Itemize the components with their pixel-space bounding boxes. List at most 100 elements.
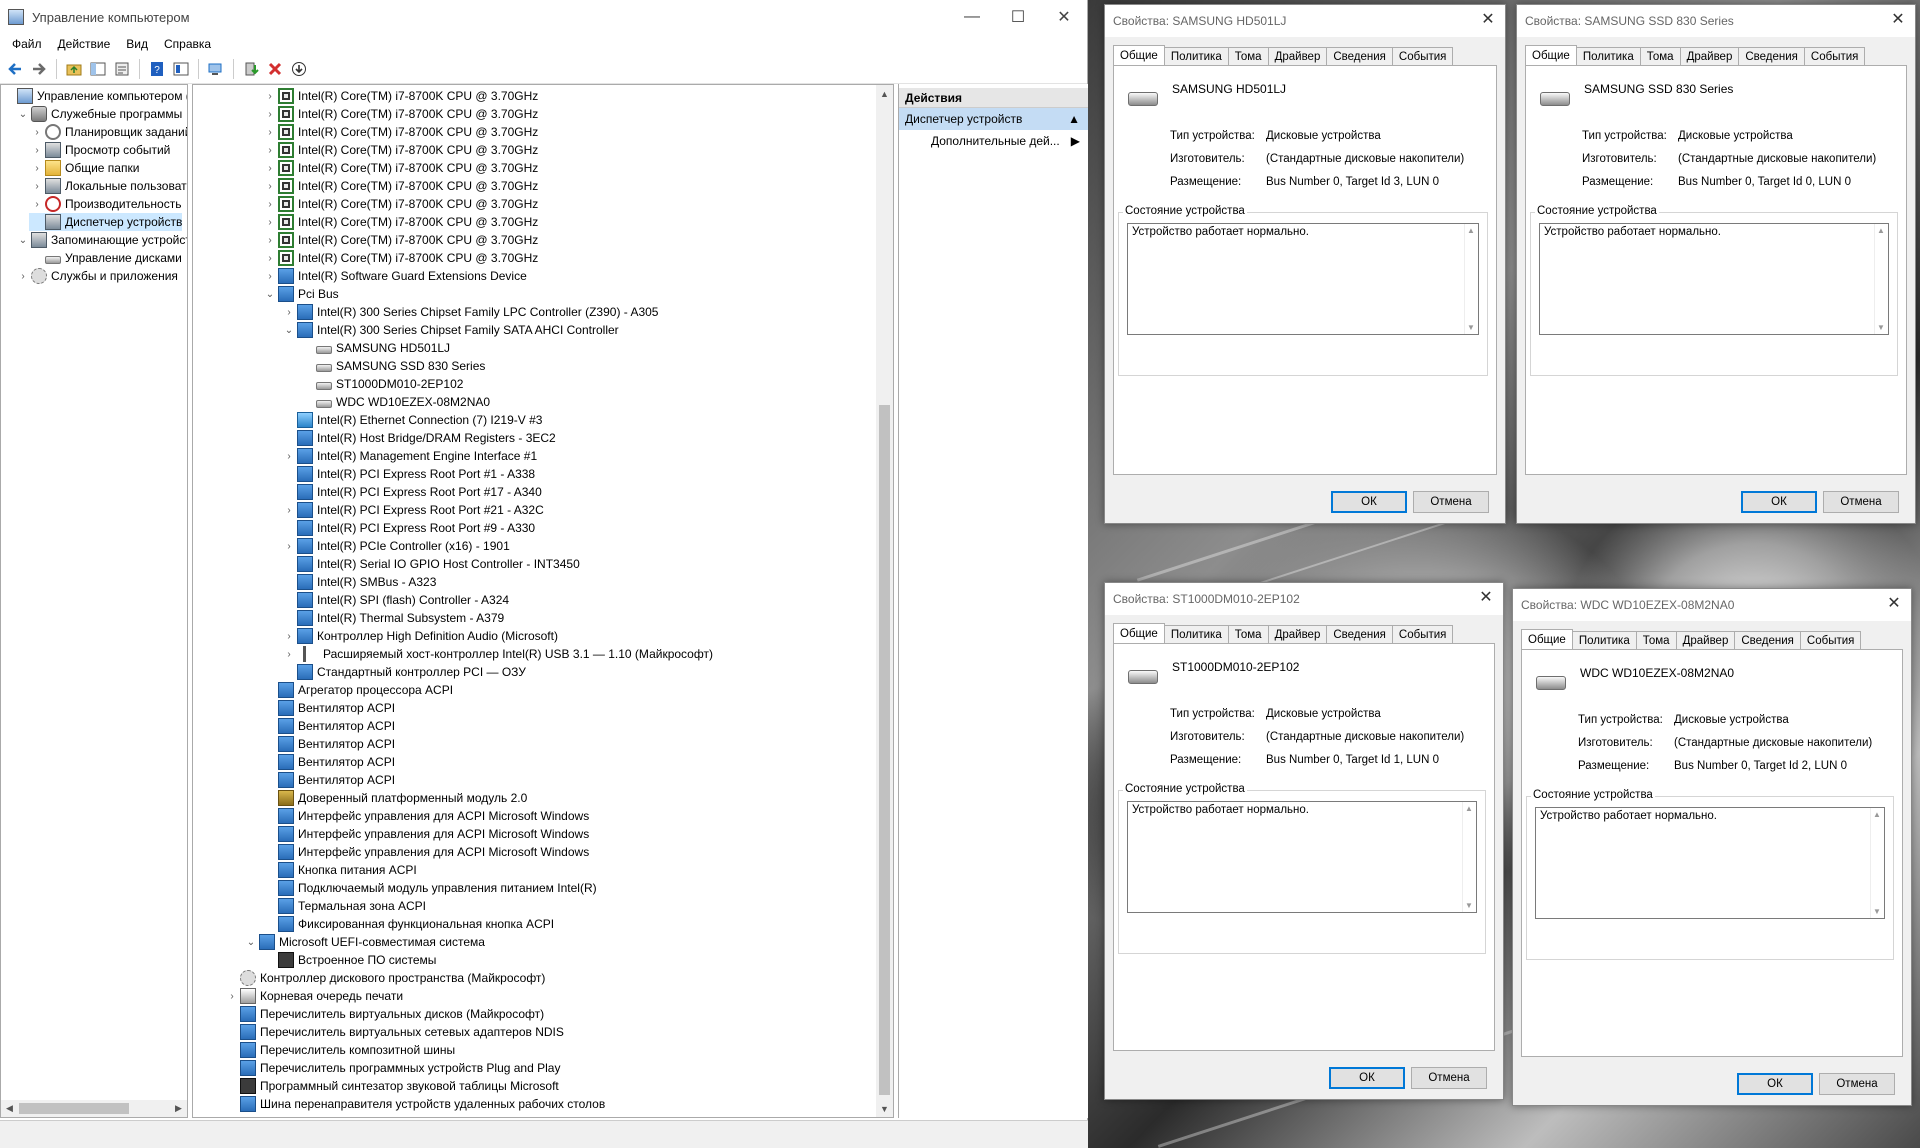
device-tree-item[interactable]: › Intel(R) Management Engine Interface #1 <box>281 447 537 465</box>
scroll-down-arrow-icon[interactable]: ▼ <box>1467 323 1475 332</box>
expander-icon[interactable]: › <box>15 271 31 282</box>
device-tree-item[interactable]: › Контроллер High Definition Audio (Micro… <box>281 627 558 645</box>
tab-1[interactable]: Политика <box>1163 625 1229 643</box>
device-tree-item[interactable]: ⌄ Intel(R) 300 Series Chipset Family SATA… <box>281 321 619 339</box>
expander-icon[interactable]: ⌄ <box>15 235 31 246</box>
expander-icon[interactable]: › <box>29 199 45 210</box>
device-tree-item[interactable]: WDC WD10EZEX-08M2NA0 <box>300 393 490 411</box>
ok-button[interactable]: ОК <box>1741 491 1817 513</box>
scroll-up-arrow-icon[interactable]: ▲ <box>1877 226 1885 235</box>
device-tree-item[interactable]: Перечислитель виртуальных сетевых адапте… <box>224 1023 564 1041</box>
device-tree-item[interactable]: Вентилятор ACPI <box>262 771 395 789</box>
menu-file[interactable]: Файл <box>4 37 50 51</box>
device-tree-item[interactable]: SAMSUNG HD501LJ <box>300 339 450 357</box>
tab-1[interactable]: Политика <box>1571 631 1637 649</box>
properties-icon[interactable] <box>111 58 133 80</box>
device-tree-vscrollbar[interactable]: ▲ ▼ <box>876 85 893 1117</box>
expander-icon[interactable]: › <box>29 145 45 156</box>
device-tree-item[interactable]: Фиксированная функциональная кнопка ACPI <box>262 915 554 933</box>
download-icon[interactable] <box>288 58 310 80</box>
scroll-down-arrow-icon[interactable]: ▼ <box>1465 901 1473 910</box>
dialog-close-icon[interactable]: ✕ <box>1889 11 1907 29</box>
ok-button[interactable]: ОК <box>1329 1067 1405 1089</box>
tab-0[interactable]: Общие <box>1113 45 1165 65</box>
vscroll-thumb[interactable] <box>879 405 890 1095</box>
device-tree-item[interactable]: › Intel(R) Core(TM) i7-8700K CPU @ 3.70GH… <box>262 123 538 141</box>
cancel-button[interactable]: Отмена <box>1411 1067 1487 1089</box>
device-tree-item[interactable]: › Intel(R) 300 Series Chipset Family LPC … <box>281 303 658 321</box>
device-tree-item[interactable]: Встроенное ПО системы <box>262 951 436 969</box>
expander-icon[interactable]: › <box>262 271 278 282</box>
expander-icon[interactable]: › <box>224 991 240 1002</box>
device-tree-item[interactable]: Вентилятор ACPI <box>262 717 395 735</box>
tab-3[interactable]: Драйвер <box>1679 47 1740 65</box>
console-tree-item[interactable]: › Службы и приложения <box>15 267 178 285</box>
tab-4[interactable]: Сведения <box>1734 631 1801 649</box>
expander-icon[interactable]: › <box>262 127 278 138</box>
device-tree-item[interactable]: Вентилятор ACPI <box>262 699 395 717</box>
cancel-button[interactable]: Отмена <box>1823 491 1899 513</box>
tab-0[interactable]: Общие <box>1525 45 1577 65</box>
device-tree-item[interactable]: Доверенный платформенный модуль 2.0 <box>262 789 527 807</box>
device-tree-item[interactable]: Intel(R) Serial IO GPIO Host Controller … <box>281 555 580 573</box>
tab-4[interactable]: Сведения <box>1738 47 1805 65</box>
expander-icon[interactable]: › <box>262 163 278 174</box>
device-tree-item[interactable]: ⌄ Microsoft UEFI-совместимая система <box>243 933 485 951</box>
ok-button[interactable]: ОК <box>1331 491 1407 513</box>
device-tree-item[interactable]: › Intel(R) Core(TM) i7-8700K CPU @ 3.70GH… <box>262 213 538 231</box>
device-tree-item[interactable]: › Intel(R) Core(TM) i7-8700K CPU @ 3.70GH… <box>262 87 538 105</box>
status-scrollbar[interactable]: ▲ ▼ <box>1870 808 1884 918</box>
console-tree-item[interactable]: › Планировщик заданий <box>29 123 187 141</box>
minimize-button[interactable]: — <box>949 0 995 34</box>
console-tree-hscrollbar[interactable]: ◀ ▶ <box>1 1100 187 1117</box>
device-status-textbox[interactable]: Устройство работает нормально. ▲ ▼ <box>1539 223 1889 335</box>
device-status-textbox[interactable]: Устройство работает нормально. ▲ ▼ <box>1127 801 1477 913</box>
close-button[interactable]: ✕ <box>1041 0 1087 34</box>
console-tree-item[interactable]: ⌄ Служебные программы <box>15 105 182 123</box>
back-icon[interactable] <box>4 58 26 80</box>
device-tree-item[interactable]: Подключаемый модуль управления питанием … <box>262 879 597 897</box>
up-folder-icon[interactable] <box>63 58 85 80</box>
expander-icon[interactable]: ⌄ <box>15 109 31 120</box>
dialog-close-icon[interactable]: ✕ <box>1479 11 1497 29</box>
expander-icon[interactable]: › <box>281 631 297 642</box>
device-tree-item[interactable]: Intel(R) SPI (flash) Controller - A324 <box>281 591 509 609</box>
expander-icon[interactable]: › <box>262 199 278 210</box>
console-tree-item[interactable]: Диспетчер устройств <box>29 213 183 231</box>
maximize-button[interactable]: ☐ <box>995 0 1041 34</box>
device-tree-item[interactable]: Термальная зона ACPI <box>262 897 426 915</box>
device-tree-item[interactable]: › Корневая очередь печати <box>224 987 403 1005</box>
expander-icon[interactable]: › <box>281 505 297 516</box>
tab-2[interactable]: Тома <box>1635 631 1677 649</box>
dialog-close-icon[interactable]: ✕ <box>1477 589 1495 607</box>
device-tree-item[interactable]: Перечислитель виртуальных дисков (Майкро… <box>224 1005 544 1023</box>
tab-3[interactable]: Драйвер <box>1267 47 1328 65</box>
help-icon[interactable]: ? <box>146 58 168 80</box>
console-tree-item[interactable]: Управление компьютером (л <box>1 87 187 105</box>
expander-icon[interactable]: › <box>262 181 278 192</box>
expander-icon[interactable]: › <box>262 235 278 246</box>
tab-2[interactable]: Тома <box>1639 47 1681 65</box>
device-tree-item[interactable]: ⌄ Pci Bus <box>262 285 339 303</box>
console-tree-item[interactable]: ⌄ Запоминающие устройст <box>15 231 187 249</box>
scroll-up-arrow-icon[interactable]: ▲ <box>1465 804 1473 813</box>
tab-1[interactable]: Политика <box>1575 47 1641 65</box>
update-driver-icon[interactable] <box>240 58 262 80</box>
forward-icon[interactable] <box>28 58 50 80</box>
device-tree-item[interactable]: Вентилятор ACPI <box>262 735 395 753</box>
tab-4[interactable]: Сведения <box>1326 625 1393 643</box>
show-hide-tree-icon[interactable] <box>87 58 109 80</box>
device-tree-item[interactable]: › Intel(R) Core(TM) i7-8700K CPU @ 3.70GH… <box>262 159 538 177</box>
device-tree-item[interactable]: › Intel(R) PCI Express Root Port #21 - A3… <box>281 501 544 519</box>
device-tree-item[interactable]: Intel(R) PCI Express Root Port #9 - A330 <box>281 519 535 537</box>
device-tree-item[interactable]: Intel(R) Host Bridge/DRAM Registers - 3E… <box>281 429 556 447</box>
device-tree-item[interactable]: Интерфейс управления для ACPI Microsoft … <box>262 843 589 861</box>
ok-button[interactable]: ОК <box>1737 1073 1813 1095</box>
console-tree-item[interactable]: › Производительность <box>29 195 181 213</box>
scroll-up-arrow-icon[interactable]: ▲ <box>1467 226 1475 235</box>
device-tree-item[interactable]: › Intel(R) Core(TM) i7-8700K CPU @ 3.70GH… <box>262 105 538 123</box>
scroll-down-arrow-icon[interactable]: ▼ <box>1877 323 1885 332</box>
device-tree-item[interactable]: › Расширяемый хост-контроллер Intel(R) US… <box>281 645 713 663</box>
expander-icon[interactable]: › <box>281 649 297 660</box>
console-tree-item[interactable]: Управление дисками <box>29 249 182 267</box>
